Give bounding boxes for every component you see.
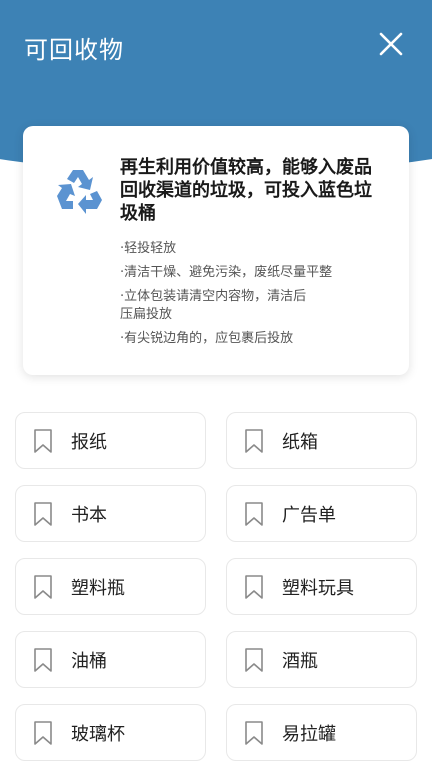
close-button[interactable] [372, 26, 410, 64]
item-card[interactable]: 塑料玩具 [226, 558, 417, 615]
bookmark-icon [245, 501, 263, 526]
item-label: 纸箱 [282, 431, 318, 453]
tip-item: ·清洁干燥、避免污染，废纸尽量平整 [120, 265, 333, 280]
tip-item: ·轻投轻放 [120, 241, 177, 256]
card-headline: 再生利用价值较高，能够入废品回收渠道的垃圾，可投入蓝色垃圾桶 [120, 157, 372, 224]
bookmark-icon [245, 428, 263, 453]
item-card[interactable]: 易拉罐 [226, 704, 417, 761]
item-card[interactable]: 报纸 [15, 412, 206, 469]
info-card: 再生利用价值较高，能够入废品回收渠道的垃圾，可投入蓝色垃圾桶 ·轻投轻放 ·清洁… [23, 126, 409, 375]
close-icon [379, 32, 403, 56]
bookmark-icon [34, 428, 52, 453]
item-card[interactable]: 塑料瓶 [15, 558, 206, 615]
item-card[interactable]: 广告单 [226, 485, 417, 542]
item-card[interactable]: 酒瓶 [226, 631, 417, 688]
item-card[interactable]: 玻璃杯 [15, 704, 206, 761]
recycle-icon [57, 170, 102, 214]
item-label: 书本 [71, 504, 107, 526]
item-card[interactable]: 油桶 [15, 631, 206, 688]
bookmark-icon [34, 720, 52, 745]
bookmark-icon [34, 574, 52, 599]
tips-list: ·轻投轻放 ·清洁干燥、避免污染，废纸尽量平整 ·立体包装请清空内容物，清洁后压… [120, 240, 390, 354]
item-card[interactable]: 纸箱 [226, 412, 417, 469]
tip-item: ·有尖锐边角的，应包裹后投放 [120, 331, 294, 346]
item-grid: 报纸 纸箱 书本 广告单 塑料瓶 塑料玩具 油桶 酒瓶 玻璃杯 易拉罐 [15, 412, 417, 761]
bookmark-icon [245, 647, 263, 672]
item-label: 易拉罐 [282, 723, 336, 745]
item-label: 广告单 [282, 504, 336, 526]
bookmark-icon [245, 574, 263, 599]
item-label: 油桶 [71, 650, 107, 672]
item-label: 玻璃杯 [71, 723, 125, 745]
item-label: 酒瓶 [282, 650, 318, 672]
item-label: 塑料瓶 [71, 577, 125, 599]
bookmark-icon [34, 501, 52, 526]
page-title: 可回收物 [24, 36, 124, 64]
item-label: 塑料玩具 [282, 577, 354, 599]
item-card[interactable]: 书本 [15, 485, 206, 542]
bookmark-icon [34, 647, 52, 672]
tip-item: ·立体包装请清空内容物，清洁后压扁投放 [120, 289, 307, 322]
item-label: 报纸 [71, 431, 107, 453]
bookmark-icon [245, 720, 263, 745]
